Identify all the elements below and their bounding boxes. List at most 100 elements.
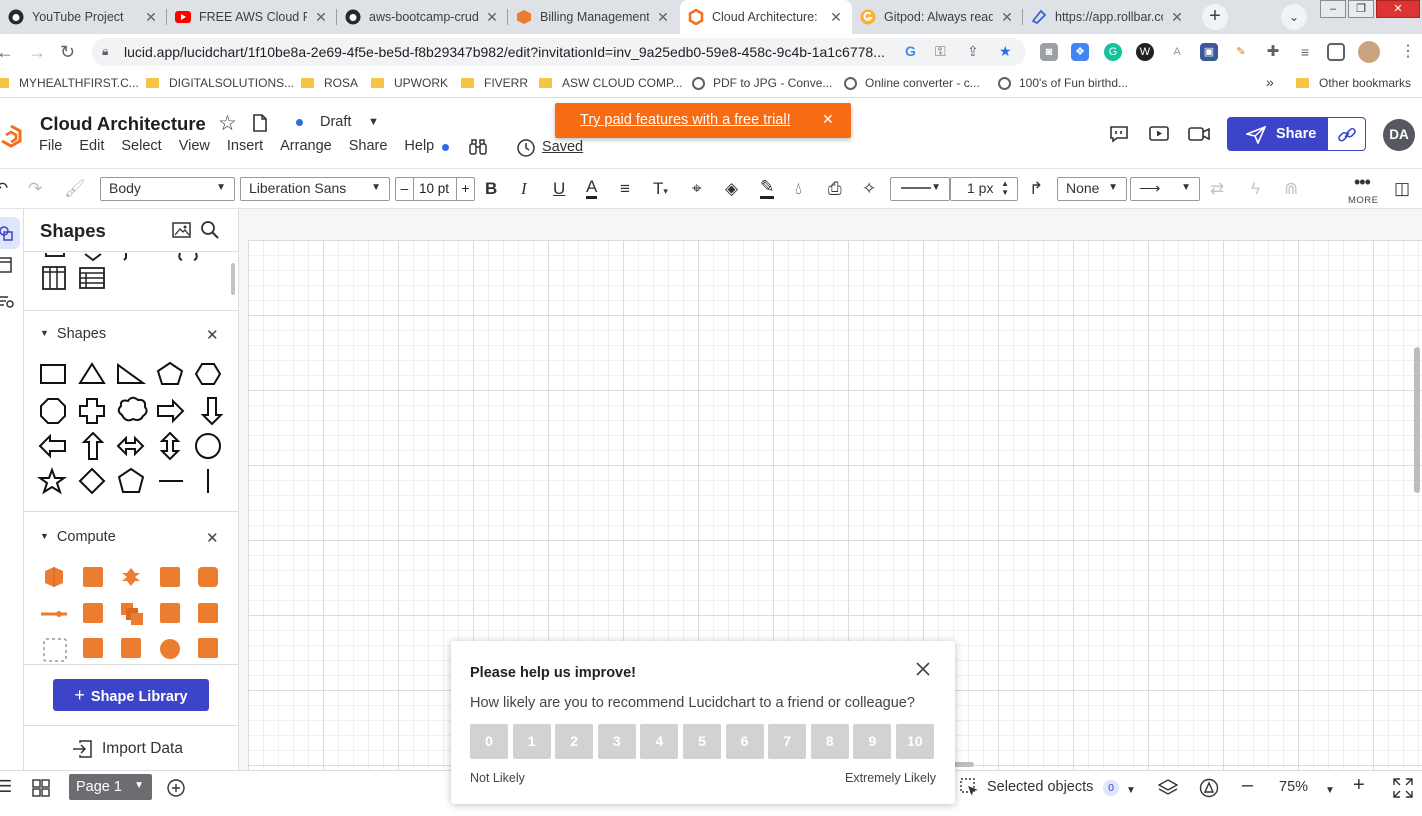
- score-button-10[interactable]: 10: [895, 724, 934, 759]
- page-list-icon[interactable]: ☰: [0, 777, 12, 797]
- bookmark-item[interactable]: MYHEALTHFIRST.C...: [0, 76, 139, 90]
- layers-icon[interactable]: [1158, 778, 1178, 798]
- chevron-down-icon[interactable]: ▼: [1126, 781, 1136, 801]
- panel-scrollbar[interactable]: [231, 263, 235, 295]
- more-label[interactable]: MORE: [1348, 195, 1379, 206]
- color-picker-icon[interactable]: ✎: [1232, 43, 1250, 61]
- url-text[interactable]: lucid.app/lucidchart/1f10be8a-2e69-4f5e-…: [124, 44, 885, 60]
- zoom-in-icon[interactable]: +: [1353, 775, 1365, 795]
- text-style-dropdown[interactable]: Body ▼: [100, 177, 235, 201]
- user-avatar[interactable]: DA: [1383, 119, 1415, 151]
- browser-tab[interactable]: aws-bootcamp-crud ✕: [337, 0, 508, 34]
- url-bar[interactable]: 🔒︎ lucid.app/lucidchart/1f10be8a-2e69-4f…: [92, 38, 1026, 66]
- aws-batch-icon[interactable]: [119, 601, 145, 627]
- reload-icon[interactable]: ↻: [60, 42, 75, 62]
- menu-file[interactable]: File: [39, 138, 62, 154]
- up-arrow-shape-icon[interactable]: [81, 431, 105, 460]
- text-extension-icon[interactable]: A: [1168, 43, 1186, 61]
- menu-view[interactable]: View: [179, 138, 210, 154]
- list-shape-icon[interactable]: [77, 263, 107, 293]
- close-icon[interactable]: ✕: [828, 9, 844, 26]
- table-shape-icon[interactable]: [39, 263, 69, 293]
- score-button-8[interactable]: 8: [810, 724, 849, 759]
- window-close-button[interactable]: ✕: [1376, 0, 1420, 18]
- close-icon[interactable]: ✕: [143, 9, 159, 26]
- minimize-button[interactable]: –: [1320, 0, 1346, 18]
- down-arrow-shape-icon[interactable]: [200, 397, 224, 426]
- decrease-font-button[interactable]: –: [396, 178, 414, 200]
- pentagon-outline-shape-icon[interactable]: [117, 467, 145, 493]
- close-icon[interactable]: [915, 661, 931, 677]
- left-arrow-shape-icon[interactable]: [38, 433, 66, 459]
- import-data-button[interactable]: Import Data: [102, 740, 183, 758]
- close-icon[interactable]: ✕: [655, 9, 671, 26]
- back-arrow-icon[interactable]: ←: [0, 42, 14, 62]
- aws-serverless-icon[interactable]: [157, 635, 183, 661]
- maximize-button[interactable]: ❐: [1348, 0, 1374, 18]
- increase-font-button[interactable]: +: [456, 178, 474, 200]
- new-tab-button[interactable]: +: [1202, 4, 1228, 30]
- add-page-icon[interactable]: [167, 779, 185, 797]
- zoom-level[interactable]: 75%: [1279, 779, 1308, 795]
- kebab-menu-icon[interactable]: ⋮: [1400, 42, 1416, 62]
- section-header-shapes[interactable]: ▼ Shapes: [40, 326, 106, 342]
- search-icon[interactable]: [200, 220, 220, 240]
- forward-arrow-icon[interactable]: →: [28, 42, 46, 62]
- trial-link[interactable]: Try paid features with a free trial!: [580, 112, 791, 128]
- import-icon[interactable]: [72, 740, 92, 758]
- bookmark-item[interactable]: DIGITALSOLUTIONS...: [146, 76, 294, 90]
- camera-extension-icon[interactable]: ◙: [1040, 43, 1058, 61]
- score-button-5[interactable]: 5: [682, 724, 721, 759]
- aws-outposts-icon[interactable]: [198, 603, 218, 623]
- zoom-out-icon[interactable]: –: [1242, 775, 1253, 795]
- close-section-icon[interactable]: ✕: [206, 529, 219, 547]
- shape-library-button[interactable]: + Shape Library: [53, 679, 209, 711]
- profile-avatar-icon[interactable]: [1358, 41, 1380, 63]
- browser-tab[interactable]: Gitpod: Always read ✕: [852, 0, 1023, 34]
- text-options-icon[interactable]: T▾: [653, 178, 668, 202]
- text-color-icon[interactable]: A: [586, 178, 598, 199]
- lucid-logo-icon[interactable]: [0, 124, 22, 148]
- bookmark-item[interactable]: Online converter - c...: [844, 76, 980, 90]
- share-page-icon[interactable]: ⇪: [967, 43, 979, 60]
- line-style-dropdown[interactable]: ▼: [890, 177, 950, 201]
- bookmark-item[interactable]: 100's of Fun birthd...: [998, 76, 1128, 90]
- status-dropdown[interactable]: Draft: [320, 114, 351, 130]
- score-button-4[interactable]: 4: [640, 724, 679, 759]
- other-bookmarks[interactable]: Other bookmarks: [1296, 76, 1411, 90]
- close-icon[interactable]: ✕: [484, 9, 500, 26]
- score-button-0[interactable]: 0: [470, 724, 508, 759]
- aws-connector-icon[interactable]: [39, 602, 69, 626]
- lock-shape-icon[interactable]: ⋒: [1284, 178, 1298, 200]
- right-triangle-shape-icon[interactable]: [117, 363, 147, 384]
- comment-icon[interactable]: [1109, 125, 1129, 143]
- vertical-scrollbar[interactable]: [1414, 347, 1420, 493]
- aws-spot-instance-icon[interactable]: [42, 637, 68, 663]
- browser-tab[interactable]: FREE AWS Cloud Pro ✕: [167, 0, 337, 34]
- favorite-star-icon[interactable]: ☆: [218, 111, 237, 136]
- video-call-icon[interactable]: [1188, 125, 1210, 143]
- score-button-3[interactable]: 3: [597, 724, 636, 759]
- italic-icon[interactable]: I: [521, 178, 527, 200]
- menu-select[interactable]: Select: [121, 138, 161, 154]
- aws-lambda-icon[interactable]: [160, 567, 180, 587]
- shapes-tab[interactable]: [0, 217, 20, 249]
- format-painter-icon[interactable]: 🖌︎: [64, 178, 86, 200]
- close-icon[interactable]: ✕: [313, 9, 329, 26]
- aws-elastic-beanstalk-icon[interactable]: [116, 565, 146, 589]
- menu-edit[interactable]: Edit: [79, 138, 104, 154]
- bookmark-item[interactable]: PDF to JPG - Conve...: [692, 76, 832, 90]
- aws-function-icon[interactable]: [121, 638, 141, 658]
- browser-tab[interactable]: https://app.rollbar.co ✕: [1023, 0, 1193, 34]
- swap-endpoints-icon[interactable]: ⇄: [1210, 178, 1224, 200]
- menu-share[interactable]: Share: [349, 138, 388, 154]
- circle-shape-icon[interactable]: [195, 433, 221, 459]
- puzzle-extensions-icon[interactable]: ✚: [1264, 43, 1282, 61]
- bookmark-item[interactable]: ROSA: [301, 76, 358, 90]
- menu-arrange[interactable]: Arrange: [280, 138, 332, 154]
- wallet-extension-icon[interactable]: W: [1136, 43, 1154, 61]
- saved-status-link[interactable]: Saved: [542, 139, 583, 155]
- binoculars-icon[interactable]: [469, 138, 487, 156]
- templates-icon[interactable]: [0, 257, 12, 273]
- font-family-dropdown[interactable]: Liberation Sans ▼: [240, 177, 390, 201]
